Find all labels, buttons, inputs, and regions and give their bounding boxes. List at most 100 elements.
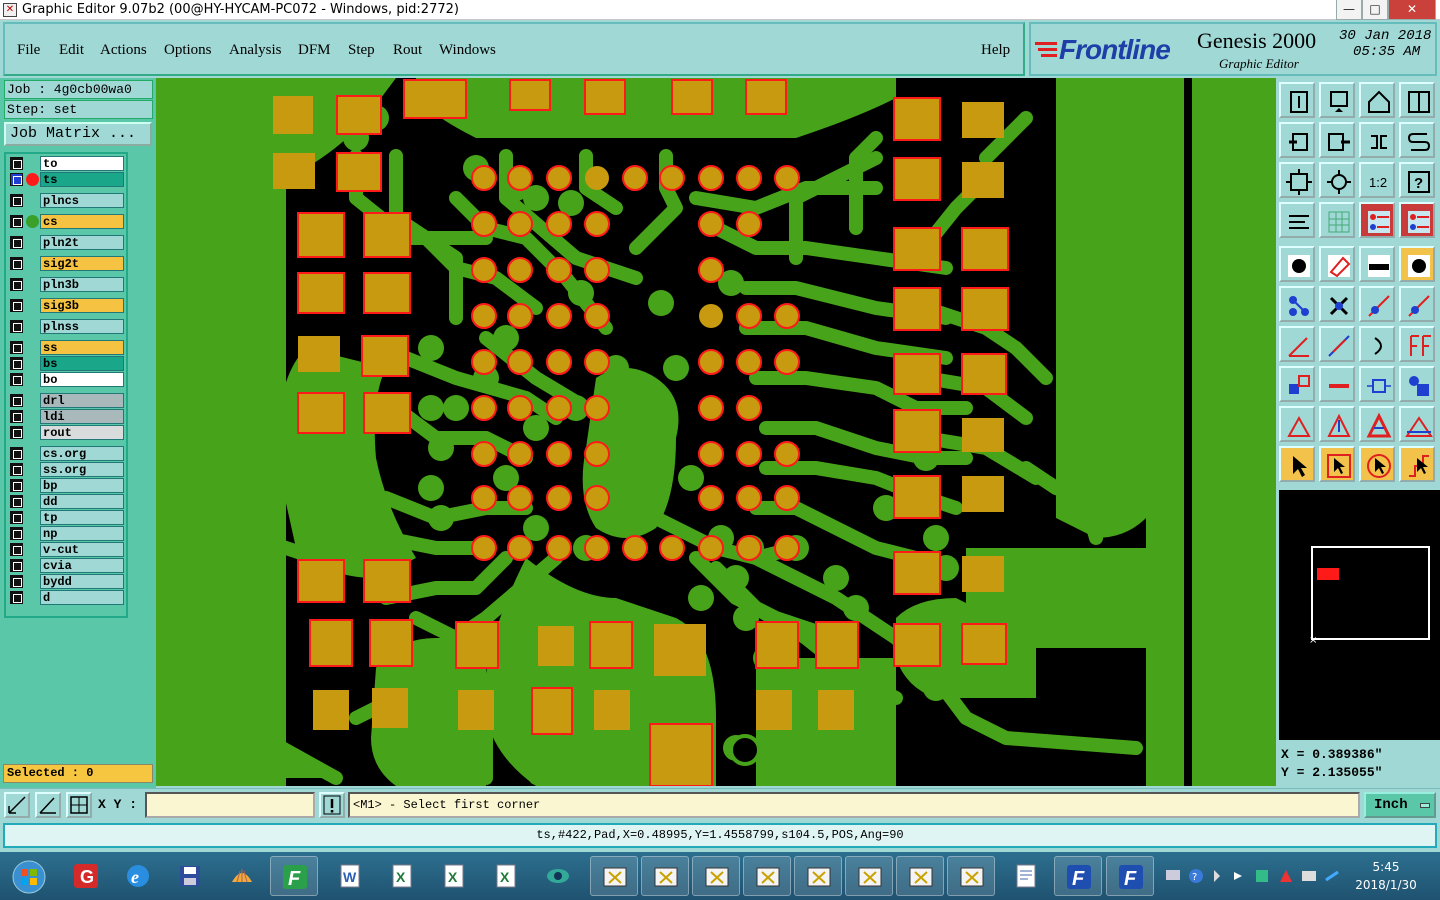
layer-name[interactable]: sig2t — [40, 256, 124, 271]
snap-angle-button[interactable] — [35, 792, 61, 818]
layer-row-pln2t[interactable]: pln2t — [8, 235, 124, 250]
layer-row-plncs[interactable]: plncs — [8, 193, 124, 208]
layer-row-bp[interactable]: bp — [8, 478, 124, 493]
taskbar-clock[interactable]: 5:45 2018/1/30 — [1346, 858, 1426, 894]
taskbar-app-excel-1[interactable]: X — [378, 856, 426, 896]
layer-checkbox[interactable] — [10, 173, 23, 186]
layer-row-rout[interactable]: rout — [8, 425, 124, 440]
layer-checkbox[interactable] — [10, 236, 23, 249]
layer-row-ldi[interactable]: ldi — [8, 409, 124, 424]
units-selector[interactable]: Inch — [1364, 792, 1436, 818]
layer-checkbox[interactable] — [10, 527, 23, 540]
group-button[interactable] — [1399, 366, 1435, 402]
graphic-canvas[interactable] — [156, 78, 1276, 786]
pointer-path-button[interactable] — [1399, 446, 1435, 482]
layer-row-cvia[interactable]: cvia — [8, 558, 124, 573]
layer-checkbox[interactable] — [10, 341, 23, 354]
grid-button[interactable] — [1319, 202, 1355, 238]
layer-name[interactable]: pln2t — [40, 235, 124, 250]
menu-analysis[interactable]: Analysis — [229, 41, 282, 59]
pointer-box-button[interactable] — [1319, 446, 1355, 482]
arc-button[interactable] — [1359, 326, 1395, 362]
system-tray-icons[interactable]: ? — [1166, 866, 1342, 886]
redraw-button[interactable] — [1399, 122, 1435, 158]
job-matrix-button[interactable]: Job Matrix ... — [4, 122, 152, 146]
feature-select-button[interactable] — [1359, 202, 1395, 238]
taskbar-window-6[interactable] — [845, 856, 893, 896]
layer-display-button[interactable] — [1279, 202, 1315, 238]
node-edit-button[interactable] — [1279, 286, 1315, 322]
split-view-button[interactable] — [1399, 82, 1435, 118]
layer-row-bo[interactable]: bo — [8, 372, 124, 387]
layer-row-ts[interactable]: ts — [8, 172, 124, 187]
layer-row-bs[interactable]: bs — [8, 356, 124, 371]
triangle-large-button[interactable] — [1359, 406, 1395, 442]
center-button[interactable] — [1319, 162, 1355, 198]
taskbar-app-excel-2[interactable]: X — [430, 856, 478, 896]
layer-name[interactable]: cvia — [40, 558, 124, 573]
taskbar-window-5[interactable] — [794, 856, 842, 896]
menu-file[interactable]: File — [17, 41, 40, 59]
layer-name[interactable]: plncs — [40, 193, 124, 208]
layer-row-cs[interactable]: cs — [8, 214, 124, 229]
layer-name[interactable]: cs — [40, 214, 124, 229]
taskbar-app-frontline-2[interactable]: F — [1054, 856, 1102, 896]
home-view-button[interactable] — [1359, 82, 1395, 118]
menu-step[interactable]: Step — [348, 41, 375, 59]
layer-row-pln3b[interactable]: pln3b — [8, 277, 124, 292]
layer-row-tp[interactable]: tp — [8, 510, 124, 525]
pan-right-button[interactable] — [1319, 122, 1355, 158]
menu-windows[interactable]: Windows — [439, 41, 496, 59]
layer-name[interactable]: ss — [40, 340, 124, 355]
layer-name[interactable]: cs.org — [40, 446, 124, 461]
layer-row-v-cut[interactable]: v-cut — [8, 542, 124, 557]
triangle-small-button[interactable] — [1279, 406, 1315, 442]
close-button[interactable]: ✕ — [1388, 0, 1436, 20]
layer-checkbox[interactable] — [10, 299, 23, 312]
fit-screen-button[interactable] — [1279, 162, 1315, 198]
taskbar-app-excel-3[interactable]: X — [482, 856, 530, 896]
snap-corner-button[interactable] — [4, 792, 30, 818]
layer-checkbox[interactable] — [10, 278, 23, 291]
layer-checkbox[interactable] — [10, 495, 23, 508]
layer-checkbox[interactable] — [10, 373, 23, 386]
grid-snap-button[interactable] — [66, 792, 92, 818]
pad-tool-button[interactable] — [1279, 246, 1315, 282]
pointer-circle-button[interactable] — [1359, 446, 1395, 482]
layer-name[interactable]: ldi — [40, 409, 124, 424]
triangle-wide-button[interactable] — [1399, 406, 1435, 442]
swap-button[interactable] — [1359, 122, 1395, 158]
triangle-mid-button[interactable] — [1319, 406, 1355, 442]
layer-row-sig2t[interactable]: sig2t — [8, 256, 124, 271]
layer-checkbox[interactable] — [10, 543, 23, 556]
flag-button[interactable] — [1399, 326, 1435, 362]
layer-name[interactable]: ts — [40, 172, 124, 187]
layer-row-to[interactable]: to — [8, 156, 124, 171]
layer-name[interactable]: bs — [40, 356, 124, 371]
layer-checkbox[interactable] — [10, 357, 23, 370]
overview-map[interactable]: × — [1279, 490, 1440, 740]
xy-input[interactable] — [145, 792, 315, 818]
scale-1-2-button[interactable]: 1:2 — [1359, 162, 1395, 198]
layer-name[interactable]: ss.org — [40, 462, 124, 477]
minimize-button[interactable]: — — [1336, 0, 1362, 20]
layer-name[interactable]: tp — [40, 510, 124, 525]
maximize-button[interactable]: □ — [1362, 0, 1388, 20]
taskbar-app-shell[interactable] — [218, 856, 266, 896]
start-button[interactable] — [4, 856, 56, 896]
taskbar-window-8[interactable] — [947, 856, 995, 896]
copy-feature-button[interactable] — [1279, 366, 1315, 402]
zoom-in-button[interactable] — [1319, 82, 1355, 118]
line-to-point-button[interactable] — [1359, 286, 1395, 322]
resize-button[interactable] — [1359, 366, 1395, 402]
taskbar-app-text[interactable] — [1002, 856, 1050, 896]
menu-edit[interactable]: Edit — [59, 41, 84, 59]
ruler-button[interactable] — [1359, 246, 1395, 282]
menu-help[interactable]: Help — [981, 41, 1010, 59]
pcb-layout-view[interactable] — [156, 78, 1276, 786]
layer-row-ss-org[interactable]: ss.org — [8, 462, 124, 477]
zoom-home-button[interactable] — [1279, 82, 1315, 118]
layer-checkbox[interactable] — [10, 479, 23, 492]
taskbar-app-frontline-3[interactable]: F — [1106, 856, 1154, 896]
taskbar-app-save[interactable] — [166, 856, 214, 896]
